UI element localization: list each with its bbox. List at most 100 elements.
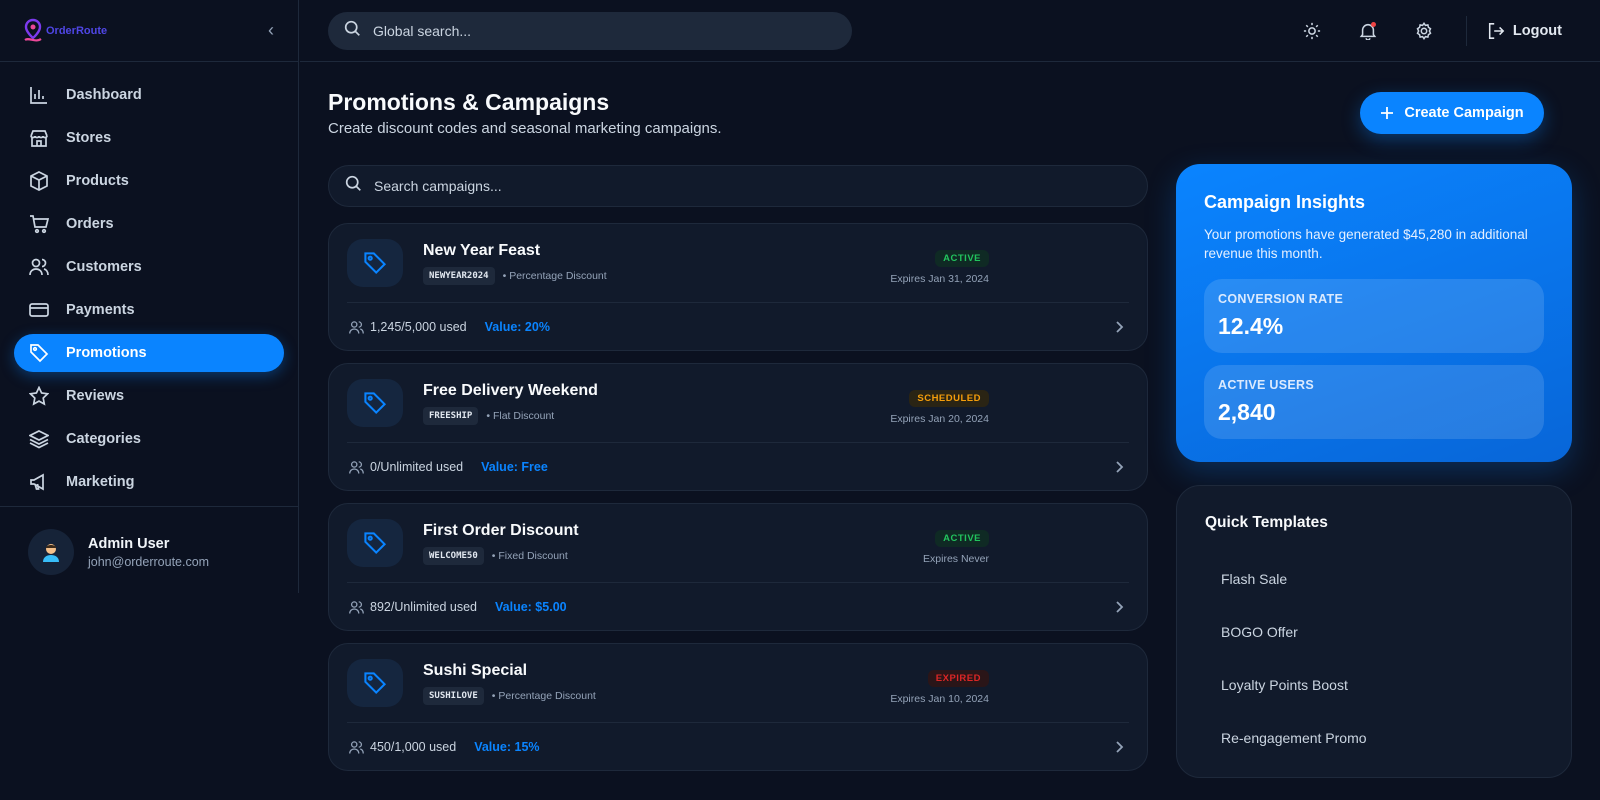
usage-label: 450/1,000 used xyxy=(370,740,457,754)
sidebar-item-products[interactable]: Products xyxy=(14,162,284,200)
create-campaign-button[interactable]: Create Campaign xyxy=(1360,92,1544,134)
campaign-info: First Order Discount WELCOME50 • Fixed D… xyxy=(423,522,579,565)
templates-title: Quick Templates xyxy=(1205,514,1328,531)
topbar-divider xyxy=(1465,15,1467,46)
campaign-tag-tile xyxy=(347,659,403,707)
user-profile[interactable]: Admin User john@orderroute.com xyxy=(0,507,298,597)
campaign-tag-tile xyxy=(347,519,403,567)
box-icon xyxy=(28,170,50,192)
campaign-card[interactable]: First Order Discount WELCOME50 • Fixed D… xyxy=(328,503,1148,631)
avatar xyxy=(28,529,74,575)
stat-label: ACTIVE USERS xyxy=(1218,378,1314,392)
brand-logo[interactable]: OrderRoute xyxy=(22,18,107,44)
chevron-right-icon[interactable] xyxy=(1113,741,1125,753)
page-title: Promotions & Campaigns xyxy=(328,89,610,115)
campaign-search[interactable] xyxy=(328,165,1148,207)
campaign-meta: SUSHILOVE • Percentage Discount xyxy=(423,686,596,705)
sidebar-item-label: Stores xyxy=(66,130,112,146)
global-search[interactable] xyxy=(328,11,852,50)
campaign-card[interactable]: New Year Feast NEWYEAR2024 • Percentage … xyxy=(328,223,1148,351)
tag-icon xyxy=(364,392,387,415)
megaphone-icon xyxy=(28,471,50,493)
campaign-value: Value: 20% xyxy=(484,320,550,334)
promo-code: NEWYEAR2024 xyxy=(423,266,495,285)
credit-card-icon xyxy=(28,299,50,321)
usage-count: 892/Unlimited used xyxy=(349,600,477,615)
sidebar-item-reviews[interactable]: Reviews xyxy=(14,377,284,415)
sidebar-item-dashboard[interactable]: Dashboard xyxy=(14,76,284,114)
sidebar-item-orders[interactable]: Orders xyxy=(14,205,284,243)
campaign-title: Free Delivery Weekend xyxy=(423,381,598,399)
status-badge: ACTIVE xyxy=(935,250,989,267)
chevron-right-icon[interactable] xyxy=(1113,461,1125,473)
promo-code: WELCOME50 xyxy=(423,546,484,565)
search-icon xyxy=(345,175,362,197)
sidebar-item-label: Reviews xyxy=(66,388,125,404)
template-flash-sale[interactable]: Flash Sale xyxy=(1205,552,1543,605)
page-subtitle: Create discount codes and seasonal marke… xyxy=(328,120,722,137)
sidebar-item-label: Customers xyxy=(66,259,142,275)
sidebar-nav: Dashboard Stores Products Orders Custome… xyxy=(0,62,298,501)
campaign-title: First Order Discount xyxy=(423,521,579,539)
campaign-card-footer: 0/Unlimited used Value: Free xyxy=(349,443,1129,491)
campaign-search-input[interactable] xyxy=(374,178,1114,194)
settings-button[interactable] xyxy=(1396,13,1452,49)
campaign-card[interactable]: Free Delivery Weekend FREESHIP • Flat Di… xyxy=(328,363,1148,491)
theme-toggle-button[interactable] xyxy=(1284,13,1340,49)
notifications-button[interactable] xyxy=(1340,13,1396,49)
campaign-expiry: Expires Jan 20, 2024 xyxy=(890,413,989,425)
discount-type: • Fixed Discount xyxy=(491,549,568,562)
sidebar: OrderRoute ‹ Dashboard Stores Products O… xyxy=(0,0,299,593)
cart-icon xyxy=(28,213,50,235)
template-loyalty-points-boost[interactable]: Loyalty Points Boost xyxy=(1205,658,1543,711)
campaign-card-header: First Order Discount WELCOME50 • Fixed D… xyxy=(347,504,1129,583)
campaign-info: Sushi Special SUSHILOVE • Percentage Dis… xyxy=(423,662,596,705)
sidebar-item-stores[interactable]: Stores xyxy=(14,119,284,157)
campaign-status-col: SCHEDULED Expires Jan 20, 2024 xyxy=(890,388,989,425)
notification-dot xyxy=(1370,21,1376,27)
logout-button[interactable]: Logout xyxy=(1487,22,1572,40)
usage-count: 450/1,000 used xyxy=(349,740,456,755)
sidebar-item-categories[interactable]: Categories xyxy=(14,420,284,458)
campaign-card[interactable]: Sushi Special SUSHILOVE • Percentage Dis… xyxy=(328,643,1148,771)
template-re-engagement-promo[interactable]: Re-engagement Promo xyxy=(1205,711,1543,764)
templates-list: Flash Sale BOGO Offer Loyalty Points Boo… xyxy=(1205,552,1543,764)
logo-row: OrderRoute ‹ xyxy=(0,0,298,62)
template-bogo-offer[interactable]: BOGO Offer xyxy=(1205,605,1543,658)
chart-bar-icon xyxy=(28,84,50,106)
stat-value: 2,840 xyxy=(1218,399,1276,425)
campaign-status-col: EXPIRED Expires Jan 10, 2024 xyxy=(890,668,989,705)
campaign-card-footer: 892/Unlimited used Value: $5.00 xyxy=(349,583,1129,631)
sidebar-item-customers[interactable]: Customers xyxy=(14,248,284,286)
campaign-meta: WELCOME50 • Fixed Discount xyxy=(423,546,579,565)
insights-description: Your promotions have generated $45,280 i… xyxy=(1204,227,1528,261)
campaign-list: New Year Feast NEWYEAR2024 • Percentage … xyxy=(328,223,1148,783)
chevron-right-icon[interactable] xyxy=(1113,601,1125,613)
sidebar-item-promotions[interactable]: Promotions xyxy=(14,334,284,372)
gear-icon xyxy=(1416,21,1432,40)
layers-icon xyxy=(28,428,50,450)
search-icon xyxy=(344,20,361,42)
user-info: Admin User john@orderroute.com xyxy=(88,536,209,569)
campaign-card-footer: 1,245/5,000 used Value: 20% xyxy=(349,303,1129,351)
collapse-sidebar-button[interactable]: ‹ xyxy=(268,20,274,41)
usage-count: 1,245/5,000 used xyxy=(349,320,467,335)
sidebar-item-marketing[interactable]: Marketing xyxy=(14,463,284,501)
active-users-stat: ACTIVE USERS 2,840 xyxy=(1204,365,1544,439)
campaign-status-col: ACTIVE Expires Never xyxy=(923,528,989,565)
logout-icon xyxy=(1488,22,1505,39)
tag-icon xyxy=(364,532,387,555)
user-name: Admin User xyxy=(88,535,170,552)
sidebar-item-payments[interactable]: Payments xyxy=(14,291,284,329)
users-icon xyxy=(349,600,364,614)
usage-label: 1,245/5,000 used xyxy=(370,320,467,334)
user-email: john@orderroute.com xyxy=(88,554,210,569)
sidebar-item-label: Orders xyxy=(66,216,114,232)
global-search-input[interactable] xyxy=(373,22,813,39)
chevron-right-icon[interactable] xyxy=(1113,321,1125,333)
stat-value: 12.4% xyxy=(1218,313,1284,339)
brand-name: OrderRoute xyxy=(46,24,108,37)
status-badge: EXPIRED xyxy=(927,670,989,687)
quick-templates-card: Quick Templates Flash Sale BOGO Offer Lo… xyxy=(1176,485,1572,778)
brand-logo-icon xyxy=(24,18,42,42)
